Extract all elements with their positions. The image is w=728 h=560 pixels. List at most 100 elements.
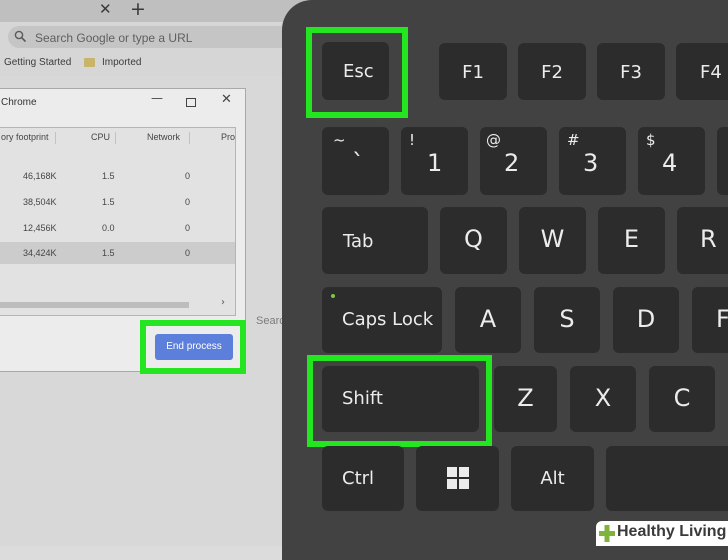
s-key[interactable]: S — [534, 287, 600, 353]
ctrl-key[interactable]: Ctrl — [322, 446, 404, 511]
digit-1-key-shift-label: ! — [409, 131, 416, 149]
ctrl-key-label: Ctrl — [342, 468, 375, 489]
scrollbar-thumb[interactable] — [0, 302, 189, 308]
table-row[interactable]: 12,456K 0.0 0 — [0, 217, 235, 239]
esc-key-highlight — [306, 27, 408, 118]
bookmark-getting-started[interactable]: Getting Started — [4, 57, 71, 68]
a-key[interactable]: A — [455, 287, 521, 353]
tab-key-label: Tab — [343, 231, 374, 252]
close-tab-icon[interactable]: ✕ — [99, 0, 112, 18]
e-key-label: E — [623, 225, 640, 253]
z-key-label: Z — [517, 384, 534, 412]
alt-key[interactable]: Alt — [511, 446, 594, 511]
cpu-cell: 1.5 — [102, 248, 115, 258]
z-key[interactable]: Z — [494, 366, 557, 432]
tab-key[interactable]: Tab — [322, 207, 428, 274]
caps-lock-key[interactable]: Caps Lock — [322, 287, 442, 353]
digit-2-key[interactable]: @ 2 — [480, 127, 547, 195]
digit-3-key-shift-label: # — [567, 131, 580, 149]
q-key[interactable]: Q — [440, 207, 507, 274]
column-divider — [115, 132, 116, 144]
minimize-icon[interactable]: — — [151, 91, 163, 105]
maximize-icon[interactable] — [186, 98, 196, 107]
digit-3-key[interactable]: # 3 — [559, 127, 626, 195]
caps-lock-key-label: Caps Lock — [342, 309, 434, 330]
windows-key[interactable] — [416, 446, 499, 511]
column-divider — [55, 132, 56, 144]
task-manager-title: Chrome — [1, 97, 37, 108]
memory-cell: 38,504K — [23, 197, 57, 207]
alt-key-label: Alt — [540, 468, 565, 489]
backtick-key-label: ` — [352, 149, 364, 177]
q-key-label: Q — [464, 225, 483, 253]
x-key[interactable]: X — [570, 366, 636, 432]
backtick-key[interactable]: ~ ` — [322, 127, 389, 195]
process-table: ory footprint CPU Network Pro 46,168K 1.… — [0, 127, 236, 316]
cpu-cell: 1.5 — [102, 197, 115, 207]
c-key[interactable]: C — [649, 366, 715, 432]
digit-1-key[interactable]: ! 1 — [401, 127, 468, 195]
d-key-label: D — [636, 305, 656, 333]
f1-key[interactable]: F1 — [439, 43, 507, 100]
omnibox[interactable] — [8, 26, 308, 48]
watermark-text: Healthy Living — [617, 523, 727, 540]
search-icon — [14, 30, 27, 43]
scroll-right-icon[interactable]: › — [221, 297, 225, 308]
digit-1-key-label: 1 — [427, 149, 443, 177]
table-row[interactable]: 38,504K 1.5 0 — [0, 191, 235, 213]
f3-key[interactable]: F3 — [597, 43, 665, 100]
caps-lock-indicator-light — [331, 294, 335, 298]
d-key[interactable]: D — [613, 287, 679, 353]
e-key[interactable]: E — [598, 207, 665, 274]
column-header-network[interactable]: Network — [147, 132, 180, 142]
f4-key[interactable]: F4 — [676, 43, 728, 100]
search-box-text[interactable]: Searc — [256, 315, 285, 327]
address-input[interactable] — [33, 28, 297, 48]
shift-key-highlight — [307, 355, 492, 447]
x-key-label: X — [594, 384, 612, 412]
spacebar-key[interactable] — [606, 446, 728, 511]
s-key-label: S — [559, 305, 575, 333]
folder-icon — [84, 58, 95, 67]
memory-cell: 34,424K — [23, 248, 57, 258]
network-cell: 0 — [185, 197, 191, 207]
end-process-button[interactable]: End process — [155, 334, 233, 360]
f1-key-label: F1 — [462, 62, 484, 83]
horizontal-scrollbar[interactable]: › — [0, 297, 235, 311]
table-row[interactable]: 46,168K 1.5 0 — [0, 165, 235, 187]
network-cell: 0 — [185, 223, 191, 233]
f3-key-label: F3 — [620, 62, 642, 83]
f4-key-label: F4 — [700, 62, 722, 83]
f2-key-label: F2 — [541, 62, 563, 83]
bookmark-imported[interactable]: Imported — [102, 57, 141, 68]
column-header-cpu[interactable]: CPU — [91, 132, 110, 142]
f-key-label: F — [716, 305, 728, 333]
w-key-label: W — [540, 225, 565, 253]
digit-4-key[interactable]: $ 4 — [638, 127, 705, 195]
close-icon[interactable]: ✕ — [221, 92, 232, 107]
f2-key[interactable]: F2 — [518, 43, 586, 100]
r-key[interactable]: R — [677, 207, 728, 274]
memory-cell: 46,168K — [23, 171, 57, 181]
f-key[interactable]: F — [692, 287, 728, 353]
column-header-process[interactable]: Pro — [221, 132, 235, 142]
leaf-logo-icon — [599, 525, 615, 542]
digit-2-key-shift-label: @ — [486, 131, 501, 149]
new-tab-icon[interactable]: + — [130, 0, 146, 20]
watermark: Healthy Living — [596, 521, 728, 546]
network-cell: 0 — [185, 248, 191, 258]
memory-cell: 12,456K — [23, 223, 57, 233]
digit-4-key-label: 4 — [662, 149, 678, 177]
windows-logo-icon — [447, 467, 469, 489]
digit-3-key-label: 3 — [583, 149, 599, 177]
table-row-selected[interactable]: 34,424K 1.5 0 — [0, 242, 235, 264]
a-key-label: A — [479, 305, 497, 333]
w-key[interactable]: W — [519, 207, 586, 274]
digit-5-key[interactable] — [717, 127, 728, 195]
r-key-label: R — [700, 225, 717, 253]
column-header-memory[interactable]: ory footprint — [1, 132, 49, 142]
digit-4-key-shift-label: $ — [646, 131, 656, 149]
backtick-key-shift-label: ~ — [333, 131, 346, 149]
c-key-label: C — [673, 384, 691, 412]
column-divider — [189, 132, 190, 144]
